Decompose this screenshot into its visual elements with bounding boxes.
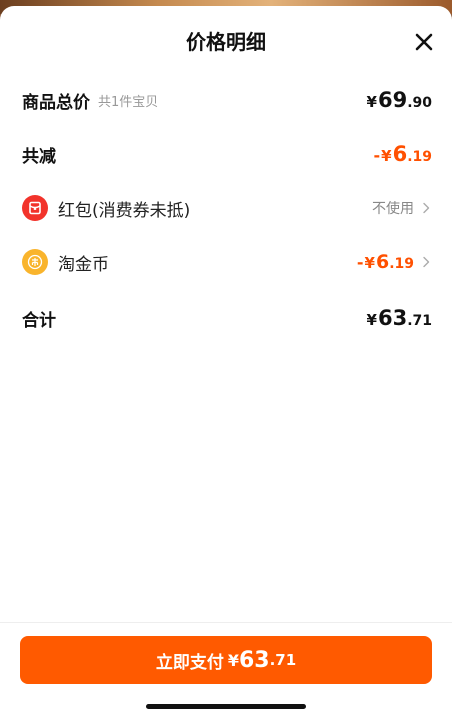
total-row: 合计 ¥ 63 .71 — [22, 302, 432, 334]
total-reduction-row: 共减 - ¥ 6 .19 — [22, 138, 432, 170]
item-count-text: 共1件宝贝 — [98, 94, 159, 110]
minus-sign: - — [356, 253, 364, 272]
tao-coin-price: - ¥ 6 .19 — [357, 251, 414, 273]
chevron-right-icon — [423, 256, 430, 268]
total-reduction-label: 共减 — [22, 146, 56, 167]
total-label: 合计 — [22, 310, 56, 331]
price-integer: 6 — [392, 142, 408, 166]
currency-symbol: ¥ — [366, 93, 377, 111]
tao-coin-selector[interactable]: - ¥ 6 .19 — [357, 251, 432, 273]
price-decimal: .71 — [269, 651, 297, 669]
goods-total-price: ¥ 69 .90 — [367, 88, 432, 112]
red-packet-icon — [22, 195, 48, 221]
pay-now-button[interactable]: 立即支付 ¥ 63 .71 — [20, 636, 432, 684]
sheet-title: 价格明细 — [186, 30, 266, 54]
goods-total-label: 商品总价 — [22, 92, 90, 113]
price-detail-sheet: 价格明细 商品总价 共1件宝贝 ¥ 69 .90 共减 - ¥ 6 .19 红包… — [0, 6, 452, 720]
total-reduction-price: - ¥ 6 .19 — [373, 142, 432, 166]
currency-symbol: ¥ — [227, 650, 239, 670]
price-decimal: .19 — [407, 149, 432, 165]
price-integer: 63 — [238, 647, 270, 673]
red-packet-selector[interactable]: 不使用 — [372, 198, 432, 218]
currency-symbol: ¥ — [381, 147, 392, 165]
sheet-header: 价格明细 — [0, 6, 452, 70]
price-integer: 6 — [375, 251, 390, 273]
price-decimal: .19 — [389, 256, 414, 272]
total-price: ¥ 63 .71 — [367, 306, 432, 330]
price-integer: 69 — [377, 88, 408, 112]
tao-coin-icon — [22, 249, 48, 275]
red-packet-row[interactable]: 红包(消费券未抵) 不使用 — [22, 192, 432, 224]
red-packet-label: 红包(消费券未抵) — [58, 200, 191, 221]
home-indicator[interactable] — [146, 704, 306, 709]
goods-total-row: 商品总价 共1件宝贝 ¥ 69 .90 — [22, 84, 432, 116]
currency-symbol: ¥ — [364, 254, 375, 272]
tao-coin-label: 淘金币 — [58, 254, 109, 275]
price-decimal: .71 — [407, 313, 432, 329]
price-decimal: .90 — [407, 95, 432, 111]
price-integer: 63 — [377, 306, 408, 330]
minus-sign: - — [373, 146, 381, 165]
red-packet-value: 不使用 — [372, 201, 414, 217]
tao-coin-row[interactable]: 淘金币 - ¥ 6 .19 — [22, 246, 432, 278]
chevron-right-icon — [423, 202, 430, 214]
currency-symbol: ¥ — [366, 311, 377, 329]
close-icon[interactable] — [414, 32, 434, 52]
pay-now-label: 立即支付 — [155, 652, 224, 673]
